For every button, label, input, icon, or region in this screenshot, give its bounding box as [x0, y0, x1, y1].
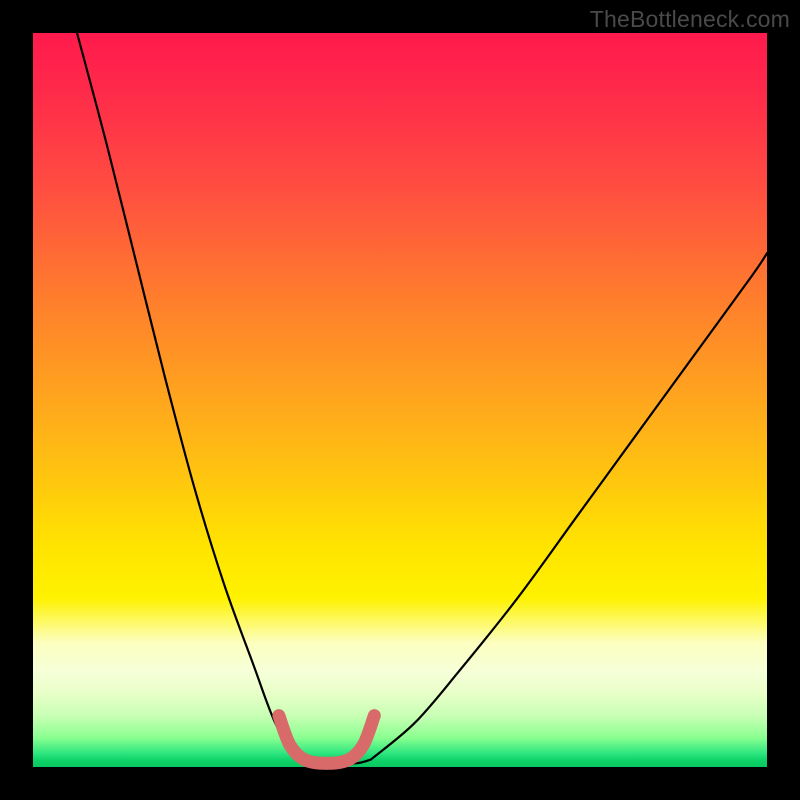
- curve-right-arm: [371, 253, 767, 759]
- curve-layer: [33, 33, 767, 767]
- curve-left-arm: [77, 33, 297, 760]
- accent-segment: [279, 716, 374, 764]
- plot-area: [33, 33, 767, 767]
- chart-frame: TheBottleneck.com: [0, 0, 800, 800]
- watermark-text: TheBottleneck.com: [590, 6, 790, 33]
